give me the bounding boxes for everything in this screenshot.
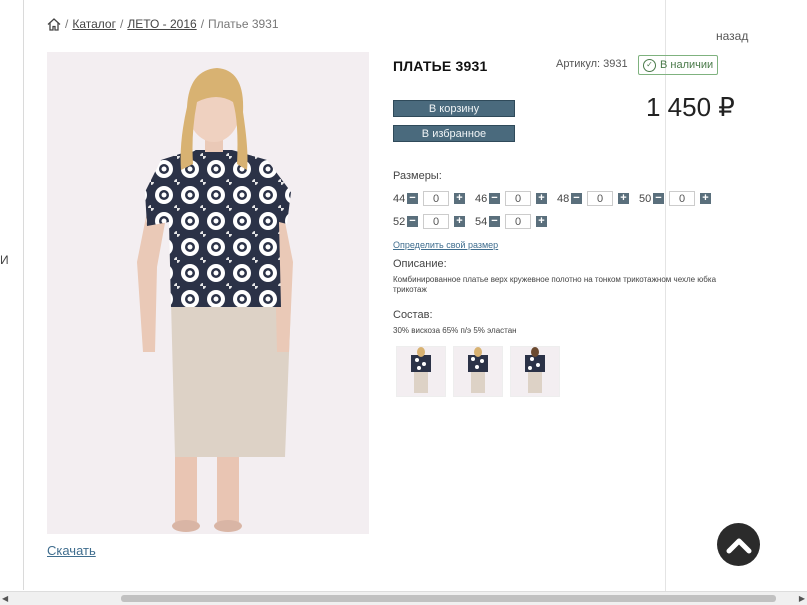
- size-number: 54: [475, 215, 488, 228]
- scroll-right-arrow-icon[interactable]: ▶: [799, 594, 805, 603]
- minus-button[interactable]: −: [653, 193, 664, 204]
- thumbnail-gallery: [396, 346, 560, 397]
- composition-text: 30% вискоза 65% п/э 5% эластан: [393, 326, 517, 335]
- size-selector: 54 − 0 +: [475, 214, 547, 229]
- breadcrumb: / Каталог / ЛЕТО - 2016 / Платье 3931: [47, 17, 279, 31]
- description-text: Комбинированное платье верх кружевное по…: [393, 275, 717, 294]
- product-photo[interactable]: [47, 52, 369, 534]
- size-row: 44 − 0 + 46 − 0 + 48 − 0 + 50 − 0 +: [393, 191, 721, 206]
- thumbnail-image: [525, 347, 545, 393]
- size-selector: 48 − 0 +: [557, 191, 629, 206]
- stock-badge: ✓ В наличии: [638, 55, 718, 75]
- check-circle-icon: ✓: [643, 58, 656, 72]
- plus-button[interactable]: +: [454, 193, 465, 204]
- thumbnail[interactable]: [396, 346, 446, 397]
- size-number: 46: [475, 192, 488, 205]
- minus-button[interactable]: −: [407, 216, 418, 227]
- quantity-input[interactable]: 0: [669, 191, 695, 206]
- scroll-to-top-button[interactable]: [717, 523, 760, 566]
- breadcrumb-separator: /: [200, 17, 205, 31]
- plus-button[interactable]: +: [454, 216, 465, 227]
- thumbnail[interactable]: [510, 346, 560, 397]
- thumbnail-image: [468, 347, 488, 393]
- plus-button[interactable]: +: [536, 193, 547, 204]
- size-selector: 50 − 0 +: [639, 191, 711, 206]
- breadcrumb-category-link[interactable]: ЛЕТО - 2016: [127, 17, 196, 31]
- size-selector: 52 − 0 +: [393, 214, 465, 229]
- quantity-input[interactable]: 0: [505, 214, 531, 229]
- thumbnail[interactable]: [453, 346, 503, 397]
- breadcrumb-separator: /: [119, 17, 124, 31]
- stock-label: В наличии: [660, 59, 714, 71]
- add-to-favorites-button[interactable]: В избранное: [393, 125, 515, 142]
- edge-text: И: [0, 253, 9, 267]
- description-label: Описание:: [393, 258, 447, 270]
- thumbnail-image: [411, 347, 431, 393]
- quantity-input[interactable]: 0: [423, 191, 449, 206]
- minus-button[interactable]: −: [489, 193, 500, 204]
- back-link[interactable]: назад: [716, 29, 748, 43]
- size-number: 52: [393, 215, 406, 228]
- download-link[interactable]: Скачать: [47, 543, 96, 558]
- product-photo-image: [137, 68, 293, 532]
- plus-button[interactable]: +: [618, 193, 629, 204]
- sizes-label: Размеры:: [393, 170, 442, 182]
- scrollbar-thumb[interactable]: [121, 595, 776, 602]
- breadcrumb-separator: /: [65, 17, 69, 31]
- minus-button[interactable]: −: [407, 193, 418, 204]
- scroll-left-arrow-icon[interactable]: ◀: [2, 594, 8, 603]
- size-number: 48: [557, 192, 570, 205]
- chevron-up-icon: [726, 538, 751, 553]
- horizontal-scrollbar[interactable]: ◀ ▶: [0, 591, 807, 605]
- plus-button[interactable]: +: [536, 216, 547, 227]
- breadcrumb-current: Платье 3931: [208, 17, 279, 31]
- quantity-input[interactable]: 0: [423, 214, 449, 229]
- minus-button[interactable]: −: [489, 216, 500, 227]
- plus-button[interactable]: +: [700, 193, 711, 204]
- size-selector: 46 − 0 +: [475, 191, 547, 206]
- minus-button[interactable]: −: [571, 193, 582, 204]
- size-number: 50: [639, 192, 652, 205]
- quantity-input[interactable]: 0: [587, 191, 613, 206]
- size-guide-link[interactable]: Определить свой размер: [393, 240, 498, 250]
- price: 1 450 ₽: [646, 92, 735, 122]
- article-number: Артикул: 3931: [556, 58, 628, 70]
- quantity-input[interactable]: 0: [505, 191, 531, 206]
- product-title: ПЛАТЬЕ 3931: [393, 58, 488, 74]
- size-selector: 44 − 0 +: [393, 191, 465, 206]
- breadcrumb-catalog-link[interactable]: Каталог: [72, 17, 116, 31]
- size-row: 52 − 0 + 54 − 0 +: [393, 214, 557, 229]
- left-divider: [23, 0, 24, 590]
- add-to-cart-button[interactable]: В корзину: [393, 100, 515, 117]
- right-divider: [665, 0, 666, 605]
- size-number: 44: [393, 192, 406, 205]
- home-icon[interactable]: [47, 17, 61, 31]
- composition-label: Состав:: [393, 309, 433, 321]
